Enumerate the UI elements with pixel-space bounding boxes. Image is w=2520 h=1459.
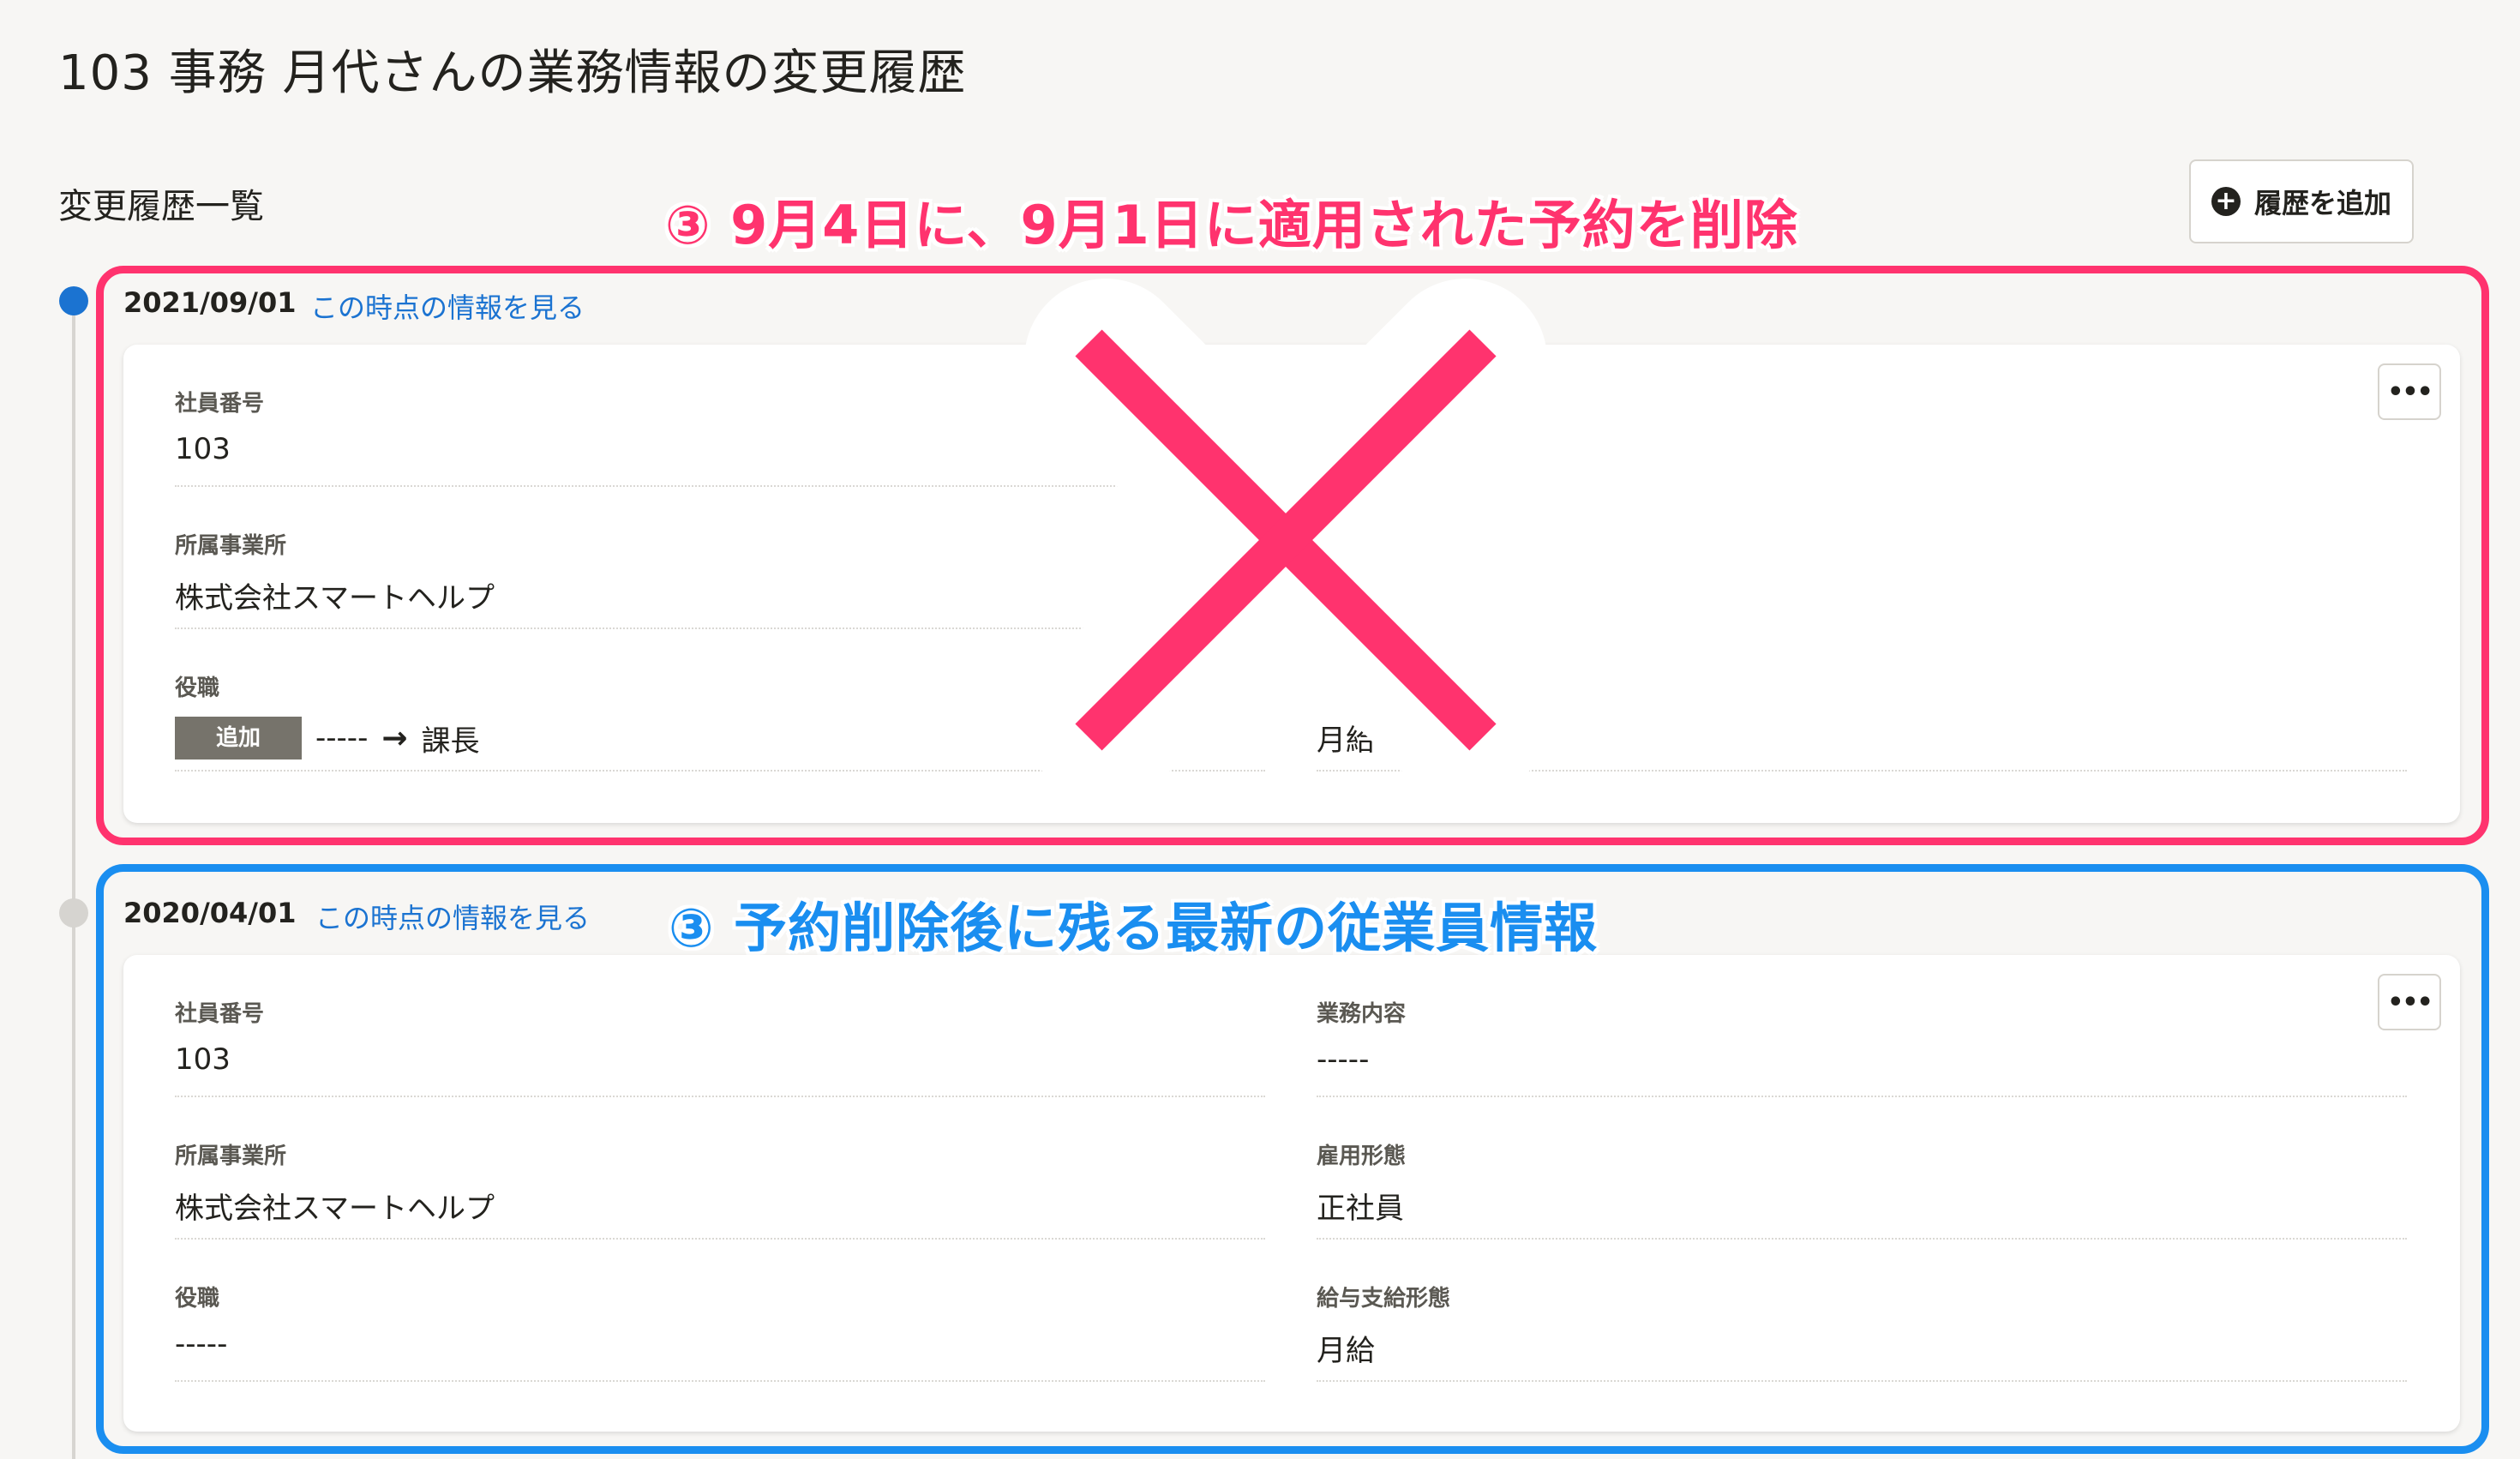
timeline-dot-active: [59, 286, 88, 315]
page-title: 103 事務 月代さんの業務情報の変更履歴: [58, 45, 967, 101]
section-title: 変更履歴一覧: [58, 187, 264, 226]
add-history-button[interactable]: + 履歴を追加: [2189, 159, 2414, 243]
annotation-red: ③ 9月4日に、9月1日に適用された予約を削除: [665, 194, 1798, 256]
timeline-line: [72, 300, 75, 1459]
highlight-frame-blue: [96, 864, 2489, 1454]
timeline-dot-past: [59, 898, 88, 928]
cross-mark-icon: [1024, 279, 1547, 802]
plus-circle-icon: +: [2211, 187, 2241, 216]
add-history-label: 履歴を追加: [2253, 187, 2391, 219]
